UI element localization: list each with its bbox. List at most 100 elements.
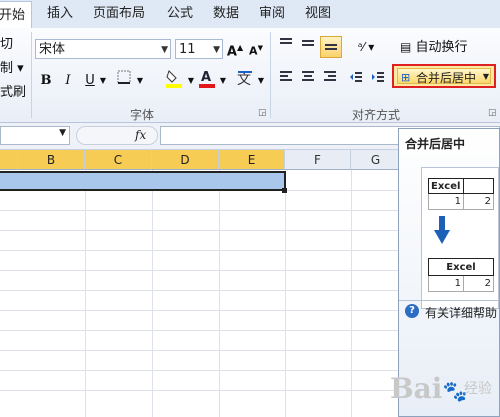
grow-font-label: A [226,44,237,60]
align-bottom-icon [325,44,337,50]
ribbon: 切 制 ▾ 式刷 宋体 ▼ 11 ▼ A▲ A▼ B I U ▼ ▼ ▼ A ▼… [0,28,500,123]
chevron-down-icon[interactable]: ▼ [483,72,489,81]
font-size-combo[interactable]: 11 ▼ [175,39,223,59]
grow-font-button[interactable]: A▲ [226,37,244,59]
underline-button[interactable]: U [82,70,98,92]
orientation-icon: ᵃ⁄ ▾ [357,40,375,54]
name-box[interactable]: ▼ [0,126,70,145]
font-color-icon: A [199,70,215,88]
chevron-down-icon[interactable]: ▼ [98,70,108,92]
italic-label: I [65,73,71,88]
watermark-sub: 经验 [464,381,492,397]
tab-insert[interactable]: 插入 [40,0,80,28]
phonetic-button[interactable]: 文 [234,68,256,90]
column-header-b[interactable]: B [18,150,85,170]
merge-center-highlight: ⊞ 合并后居中 ▼ [392,64,496,88]
grid-line [0,230,400,231]
grid-line [0,350,400,351]
wrap-text-button[interactable]: ▤ 自动换行 [400,36,500,58]
function-icon[interactable]: fx [135,128,146,142]
orientation-button[interactable]: ᵃ⁄ ▾ [354,36,378,58]
watermark-brand: Bai🐾 [390,372,467,405]
selected-range[interactable] [0,171,286,191]
align-left-icon [280,71,292,81]
grid-line [219,170,220,417]
fill-color-button[interactable] [163,68,185,90]
phonetic-icon: 文 [237,71,252,88]
align-center-button[interactable] [298,70,318,92]
font-name-combo[interactable]: 宋体 ▼ [35,39,171,59]
increase-indent-button[interactable] [368,70,388,92]
font-group-label: 字体 [130,108,155,122]
merge-center-label: 合并后居中 [416,71,477,85]
merge-center-button[interactable]: ⊞ 合并后居中 ▼ [397,68,491,85]
font-color-button[interactable]: A [196,68,218,90]
decrease-indent-icon [350,72,362,82]
dialog-launcher-icon[interactable]: ◲ [488,108,497,118]
arrow-down-icon [434,216,450,244]
cell-b1[interactable] [18,173,84,189]
italic-button[interactable]: I [60,70,76,92]
copy-button[interactable]: 制 ▾ [0,58,28,80]
tab-page-layout[interactable]: 页面布局 [86,0,152,28]
tab-review[interactable]: 审阅 [252,0,292,28]
chevron-down-icon[interactable]: ▼ [213,40,220,60]
tab-view[interactable]: 视图 [298,0,338,28]
align-bottom-button[interactable] [320,36,342,58]
underline-label: U [85,73,95,88]
dialog-launcher-icon[interactable]: ◲ [258,108,267,118]
column-header-a[interactable] [0,150,18,170]
tab-home[interactable]: 开始 [0,1,32,30]
grid-line [85,170,86,417]
after-cell-1: 1 [428,276,464,292]
grid-line [0,250,400,251]
format-painter-label: 式刷 [0,85,27,100]
chevron-down-icon[interactable]: ▼ [186,70,196,92]
increase-indent-icon [372,72,384,82]
tooltip-illustration: Excel 1 2 Excel 1 2 [421,167,499,309]
border-icon [117,70,131,84]
column-header-c[interactable]: C [85,150,152,170]
before-cell-1: 1 [428,194,464,210]
align-right-button[interactable] [320,70,340,92]
grid-line [0,390,400,391]
chevron-down-icon[interactable]: ▼ [218,70,228,92]
decrease-indent-button[interactable] [346,70,366,92]
wrap-text-icon: ▤ [400,40,412,54]
column-header-g[interactable]: G [351,150,401,170]
svg-text:文: 文 [237,72,251,88]
shrink-font-button[interactable]: A▼ [247,37,265,59]
chevron-down-icon[interactable]: ▼ [161,40,168,60]
bold-label: B [40,73,52,88]
border-button[interactable] [115,70,133,92]
align-top-icon [280,38,292,44]
group-separator [31,32,32,118]
group-separator [270,32,271,118]
grid-line [285,170,286,417]
watermark-brand-text: Bai [390,372,443,405]
grid-line [0,330,400,331]
before-cell-label: Excel [428,178,464,194]
column-header-f[interactable]: F [285,150,351,170]
tab-formulas[interactable]: 公式 [160,0,200,28]
align-middle-button[interactable] [298,36,318,58]
grid-line [0,210,400,211]
formula-buttons: fx [76,126,158,145]
align-middle-icon [302,40,314,46]
bold-button[interactable]: B [38,70,54,92]
chevron-down-icon[interactable]: ▼ [135,70,145,92]
chevron-down-icon[interactable]: ▼ [59,128,66,138]
after-cell-2: 2 [464,276,494,292]
fill-handle[interactable] [282,188,287,193]
grid-line [0,370,400,371]
shrink-font-label: A [249,44,258,58]
column-header-d[interactable]: D [152,150,219,170]
align-top-button[interactable] [276,36,296,58]
chevron-down-icon[interactable]: ▼ [256,70,266,92]
cut-button[interactable]: 切 [0,34,20,56]
tab-data[interactable]: 数据 [206,0,246,28]
column-header-e[interactable]: E [219,150,285,170]
format-painter-button[interactable]: 式刷 [0,82,30,104]
align-left-button[interactable] [276,70,296,92]
tooltip-divider [399,300,499,301]
